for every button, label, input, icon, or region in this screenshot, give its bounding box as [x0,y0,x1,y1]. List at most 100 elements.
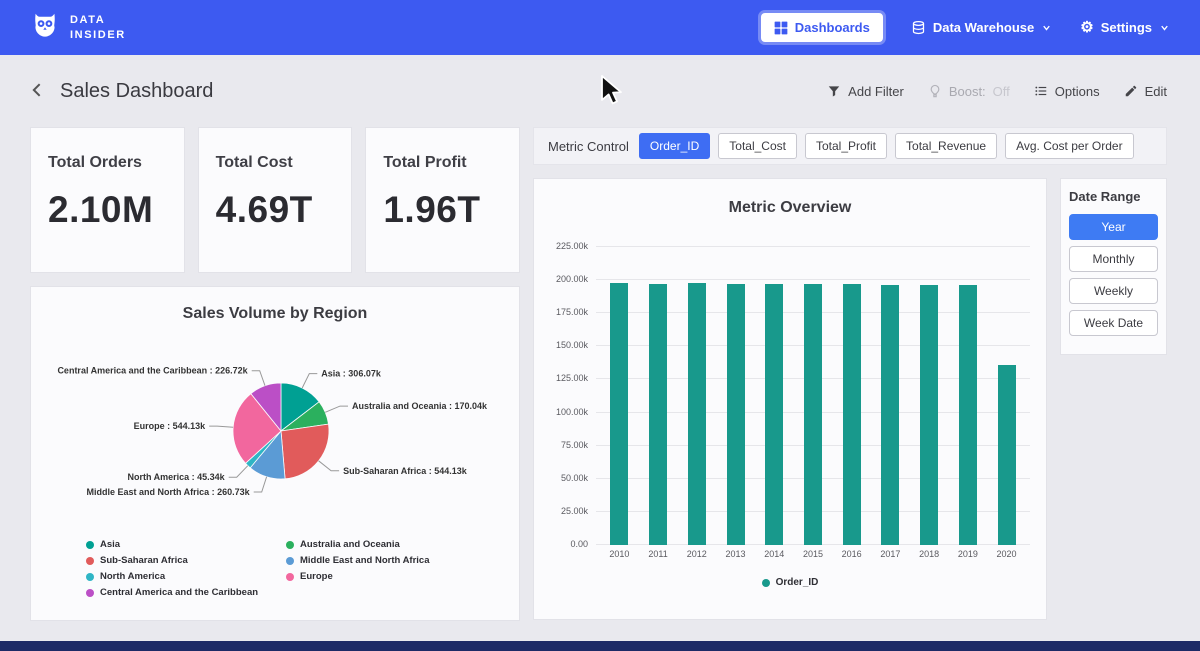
filter-funnel-icon [827,84,841,98]
bar-2019[interactable] [959,285,977,545]
legend-label: Asia [100,539,120,550]
bar-2015[interactable] [804,284,822,545]
x-tick-2013: 2013 [727,549,745,559]
bar-chart-x-axis: 2010201120122013201420152016201720182019… [596,549,1030,559]
y-tick-label: 100.00k [556,407,588,417]
settings-menu[interactable]: ⚙ Settings [1080,20,1170,35]
bar-chart-title: Metric Overview [534,199,1046,217]
pie-callout-label-sub-saharan-africa: Sub-Saharan Africa : 544.13k [343,466,468,476]
metric-button-total-revenue[interactable]: Total_Revenue [895,133,997,159]
y-tick-label: 75.00k [561,440,588,450]
boost-value: Off [993,84,1010,99]
bar-2010[interactable] [610,283,628,545]
pencil-icon [1124,84,1138,98]
y-tick-label: 200.00k [556,274,588,284]
pie-callout-label-middle-east-and-north-africa: Middle East and North Africa : 260.73k [86,487,250,497]
pie-callout-label-asia: Asia : 306.07k [321,369,382,379]
y-tick-label: 175.00k [556,307,588,317]
metric-button-total-cost[interactable]: Total_Cost [718,133,797,159]
legend-label: Order_ID [776,577,819,588]
chevron-left-icon [28,80,48,103]
boost-toggle[interactable]: Boost: Off [928,84,1010,99]
kpi-row: Total Orders 2.10M Total Cost 4.69T Tota… [30,127,520,273]
legend-dot [286,541,294,549]
date-range-button-weekly[interactable]: Weekly [1069,278,1158,304]
top-navbar: DATA INSIDER Dashboards Data Wareho [0,0,1200,55]
sales-volume-card: Sales Volume by Region Asia : 306.07k Aus… [30,286,520,621]
gear-icon: ⚙ [1080,20,1093,35]
x-tick-2018: 2018 [920,549,938,559]
x-tick-2016: 2016 [843,549,861,559]
legend-dot [286,573,294,581]
page-header: Sales Dashboard Add Filter Boost: Off [0,55,1200,127]
add-filter-button[interactable]: Add Filter [827,84,904,99]
add-filter-label: Add Filter [848,84,904,99]
edit-button[interactable]: Edit [1124,84,1167,99]
legend-label: Australia and Oceania [300,539,400,550]
bar-2012[interactable] [688,283,706,545]
owl-logo-icon [30,10,60,45]
edit-label: Edit [1145,84,1167,99]
pie-callout-line [209,426,233,427]
brand-line2: INSIDER [70,28,126,43]
date-range-button-monthly[interactable]: Monthly [1069,246,1158,272]
metric-button-avg-cost-per-order[interactable]: Avg. Cost per Order [1005,133,1134,159]
x-tick-2010: 2010 [610,549,628,559]
pie-legend-column-1: Asia Sub-Saharan Africa North America Centr… [86,539,286,598]
dashboard-content: Total Orders 2.10M Total Cost 4.69T Tota… [0,127,1200,621]
date-range-title: Date Range [1069,189,1158,204]
kpi-value: 1.96T [383,189,509,231]
back-button[interactable] [28,80,48,103]
data-warehouse-label: Data Warehouse [933,20,1034,35]
data-warehouse-menu[interactable]: Data Warehouse [911,20,1052,35]
bar-2020[interactable] [998,365,1016,545]
metric-control-bar: Metric Control Order_IDTotal_CostTotal_P… [533,127,1167,165]
pie-chart-title: Sales Volume by Region [31,305,519,323]
dashboards-button[interactable]: Dashboards [761,13,883,42]
options-button[interactable]: Options [1034,84,1100,99]
y-tick-label: 125.00k [556,373,588,383]
legend-item-europe[interactable]: Europe [286,571,486,582]
x-tick-2019: 2019 [959,549,977,559]
bar-chart-legend[interactable]: Order_ID [534,577,1046,588]
date-range-button-year[interactable]: Year [1069,214,1158,240]
pie-callout-line [252,371,265,386]
y-tick-label: 225.00k [556,241,588,251]
legend-label: Europe [300,571,333,582]
metric-buttons: Order_ID Total_Cost Total_Profit Total_Reve… [639,133,1134,159]
kpi-label: Total Profit [383,154,509,172]
bar-2016[interactable] [843,284,861,545]
legend-dot [86,541,94,549]
legend-item-sub-saharan-africa[interactable]: Sub-Saharan Africa [86,555,286,566]
settings-label: Settings [1101,20,1152,35]
kpi-card-total-profit: Total Profit 1.96T [365,127,520,273]
legend-dot [86,557,94,565]
options-label: Options [1055,84,1100,99]
metric-button-total-profit[interactable]: Total_Profit [805,133,887,159]
x-tick-2015: 2015 [804,549,822,559]
bar-2014[interactable] [765,284,783,545]
pie-legend: Asia Sub-Saharan Africa North America Centr… [31,539,519,598]
pie-callout-line [325,406,348,412]
metric-button-order-id[interactable]: Order_ID [639,133,710,159]
pie-slice-sub-saharan-africa[interactable] [281,424,329,479]
bar-2018[interactable] [920,285,938,545]
y-tick-label: 0.00 [570,539,588,549]
pie-callout-label-europe: Europe : 544.13k [134,421,207,431]
kpi-value: 4.69T [216,189,342,231]
list-icon [1034,84,1048,98]
bar-2013[interactable] [727,284,745,545]
legend-item-australia-and-oceania[interactable]: Australia and Oceania [286,539,486,550]
legend-item-middle-east-and-north-africa[interactable]: Middle East and North Africa [286,555,486,566]
bar-2017[interactable] [881,285,899,545]
date-range-button-week-date[interactable]: Week Date [1069,310,1158,336]
legend-item-asia[interactable]: Asia [86,539,286,550]
legend-item-central-america-and-the-caribbean[interactable]: Central America and the Caribbean [86,587,286,598]
legend-label: North America [100,571,165,582]
legend-item-north-america[interactable]: North America [86,571,286,582]
legend-dot [286,557,294,565]
bottom-accent-bar [0,641,1200,651]
bar-2011[interactable] [649,284,667,545]
boost-balloon-icon [928,84,942,98]
brand-logo[interactable]: DATA INSIDER [30,10,126,45]
